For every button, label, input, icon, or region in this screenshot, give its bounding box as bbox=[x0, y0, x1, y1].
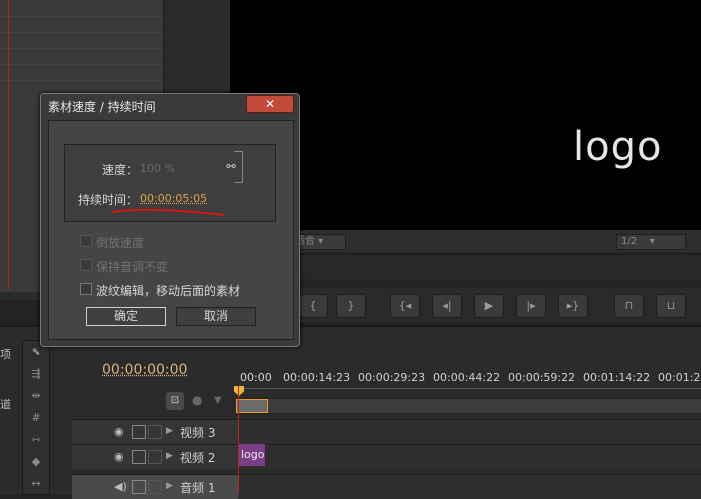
work-area-bar[interactable] bbox=[238, 398, 701, 414]
reverse-speed-label: 倒放速度 bbox=[96, 236, 145, 250]
ripple-edit-tool-icon[interactable]: ⇹ bbox=[27, 389, 45, 403]
track-name: 视频 3 bbox=[180, 426, 216, 440]
play-icon[interactable]: ▶ bbox=[474, 294, 504, 318]
ok-button[interactable]: 确定 bbox=[86, 307, 166, 326]
ruler-tick-label: 00:01:29 bbox=[658, 371, 701, 384]
go-to-in-icon[interactable]: {◂ bbox=[390, 294, 420, 318]
link-icon[interactable]: ⚯ bbox=[222, 152, 240, 182]
lock-box[interactable] bbox=[148, 480, 162, 494]
duration-value-field[interactable]: 00:00:05:05 bbox=[140, 192, 207, 205]
panel-tab-label[interactable]: 道 bbox=[0, 396, 14, 412]
reverse-speed-checkbox[interactable] bbox=[80, 235, 92, 247]
track-header-audio-1[interactable]: ◀) ▶ 音频 1 bbox=[72, 474, 238, 499]
track-name: 音频 1 bbox=[180, 481, 216, 495]
snap-icon[interactable]: ⊡ bbox=[166, 392, 184, 410]
ruler-tick-label: 00:01:14:22 bbox=[583, 371, 651, 384]
resolution-value: 1/2 bbox=[621, 236, 638, 247]
playhead-line bbox=[238, 386, 239, 493]
panel-tab-label[interactable]: 项 bbox=[0, 346, 14, 362]
go-to-out-icon[interactable]: ▸} bbox=[558, 294, 588, 318]
track-name: 视频 2 bbox=[180, 451, 216, 465]
eye-icon[interactable]: ◉ bbox=[114, 425, 124, 438]
zoom-level-select[interactable]: 适合 ▾ bbox=[292, 234, 346, 250]
expand-triangle-icon[interactable]: ▶ bbox=[166, 481, 173, 491]
resolution-select[interactable]: 1/2 ▾ bbox=[616, 234, 686, 250]
speed-value-field[interactable]: 100 % bbox=[140, 162, 175, 175]
monitor-time-ruler[interactable] bbox=[296, 254, 701, 279]
speaker-icon[interactable]: ◀) bbox=[114, 480, 127, 493]
red-underline-annotation bbox=[111, 208, 225, 216]
expand-triangle-icon[interactable]: ▶ bbox=[166, 426, 173, 436]
track-lane-video-3[interactable] bbox=[238, 419, 701, 444]
step-forward-icon[interactable]: |▸ bbox=[516, 294, 546, 318]
link-icon-glyph: ⚯ bbox=[226, 160, 236, 173]
program-monitor bbox=[230, 0, 701, 230]
track-lane-audio-1[interactable] bbox=[238, 474, 701, 499]
preview-logo-text: logo bbox=[573, 124, 663, 170]
lock-box[interactable] bbox=[148, 450, 162, 464]
ruler-tick-label: 00:00:44:22 bbox=[433, 371, 501, 384]
film-icon[interactable] bbox=[132, 480, 146, 494]
lock-box[interactable] bbox=[148, 425, 162, 439]
razor-tool-icon[interactable]: ◆ bbox=[27, 455, 45, 469]
tools-panel: ⬉ ⇶ ⇹ # ⇿ ◆ ↔ bbox=[22, 340, 50, 495]
film-icon[interactable] bbox=[132, 425, 146, 439]
step-back-icon[interactable]: ◂| bbox=[432, 294, 462, 318]
timeline-ruler[interactable]: 00:00 00:00:14:23 00:00:29:23 00:00:44:2… bbox=[238, 370, 701, 389]
marker-down-icon[interactable]: ▼ bbox=[214, 395, 222, 406]
film-icon[interactable] bbox=[132, 450, 146, 464]
rate-stretch-tool-icon[interactable]: ⇿ bbox=[27, 433, 45, 447]
lift-icon[interactable]: ⊓ bbox=[614, 294, 644, 318]
maintain-pitch-checkbox[interactable] bbox=[80, 259, 92, 271]
track-select-tool-icon[interactable]: ⇶ bbox=[27, 367, 45, 381]
close-icon[interactable]: ✕ bbox=[246, 95, 294, 113]
ripple-edit-checkbox[interactable] bbox=[80, 283, 92, 295]
mark-out-icon[interactable]: } bbox=[336, 294, 366, 318]
transport-controls: { } {◂ ◂| ▶ |▸ ▸} ⊓ ⊔ bbox=[296, 288, 701, 322]
eye-icon[interactable]: ◉ bbox=[114, 450, 124, 463]
expand-triangle-icon[interactable]: ▶ bbox=[166, 451, 173, 461]
speed-label: 速度： bbox=[102, 163, 139, 177]
timeline-timecode[interactable]: 00:00:00:00 bbox=[102, 362, 187, 378]
track-header-video-2[interactable]: ◉ ▶ 视频 2 bbox=[72, 444, 238, 469]
ruler-tick-label: 00:00:14:23 bbox=[283, 371, 351, 384]
cancel-button[interactable]: 取消 bbox=[176, 307, 256, 326]
track-header-video-3[interactable]: ◉ ▶ 视频 3 bbox=[72, 419, 238, 444]
dialog-title: 素材速度 / 持续时间 bbox=[48, 100, 156, 114]
maintain-pitch-label: 保持音调不变 bbox=[96, 260, 169, 274]
ripple-edit-label: 波纹编辑，移动后面的素材 bbox=[96, 284, 241, 298]
ruler-tick-label: 00:00:29:23 bbox=[358, 371, 426, 384]
rolling-edit-tool-icon[interactable]: # bbox=[27, 411, 45, 425]
track-lane-video-2[interactable] bbox=[238, 444, 701, 469]
mark-in-icon[interactable]: { bbox=[298, 294, 328, 318]
extract-icon[interactable]: ⊔ bbox=[656, 294, 686, 318]
marker-icon[interactable]: ● bbox=[192, 393, 202, 407]
selection-tool-icon[interactable]: ⬉ bbox=[27, 345, 45, 359]
ruler-tick-label: 00:00:59:22 bbox=[508, 371, 576, 384]
work-area-handle[interactable] bbox=[236, 399, 268, 413]
timeline-clip[interactable]: logo bbox=[239, 444, 265, 466]
source-playhead-line bbox=[8, 0, 9, 290]
ruler-tick-label: 00:00 bbox=[240, 371, 272, 384]
slip-tool-icon[interactable]: ↔ bbox=[27, 477, 45, 491]
